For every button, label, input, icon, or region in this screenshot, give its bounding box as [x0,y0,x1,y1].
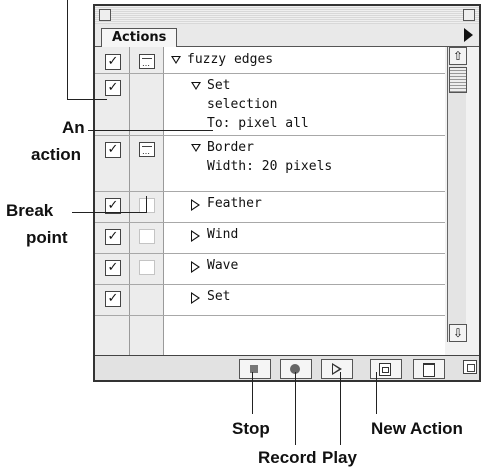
action-row-title: Wind [207,227,239,242]
callout-play-leader [340,372,341,445]
callout-top-leader-v [67,0,68,99]
action-row-detail: To: pixel all [207,116,309,131]
close-box-icon[interactable] [99,9,111,21]
actions-palette: Actions ✓ … fuzzy edges ✓ Set selection To: pi… [93,4,481,382]
action-row[interactable]: ✓ Set selection To: pixel all [95,73,445,136]
include-toggle-checkbox[interactable]: ✓ [105,291,121,307]
record-button[interactable] [280,359,312,379]
disclosure-expanded-icon[interactable] [171,56,181,64]
trash-icon [423,363,435,377]
resize-box-icon[interactable] [463,360,477,374]
dialog-toggle-icon[interactable] [139,229,155,244]
callout-new-action: New Action [371,419,463,438]
disclosure-expanded-icon[interactable] [191,82,201,90]
delete-button[interactable] [413,359,445,379]
callout-action-line2: action [31,145,82,164]
callout-record: Record [258,448,317,467]
action-row-title: fuzzy edges [187,52,274,67]
action-row-detail: Width: 20 pixels [207,159,333,174]
action-row-title: Border [207,140,254,155]
disclosure-collapsed-icon[interactable] [191,292,200,304]
callout-breakpoint-line1: Break [6,201,54,220]
tab-row: Actions [95,24,479,47]
callout-action-leader [88,130,213,131]
actions-list: ✓… fuzzy edges ✓ Set selection To: pixel all ✓… [95,47,445,360]
action-row[interactable]: ✓ … Border Width: 20 pixels [95,135,445,192]
action-row[interactable]: ✓ … fuzzy edges [95,47,445,74]
tab-actions[interactable]: Actions [101,28,178,47]
dialog-dots-icon: … [142,59,150,68]
action-row[interactable]: ✓ Feather [95,191,445,223]
callout-action-line1: An [62,118,85,137]
dialog-toggle-icon[interactable]: … [139,142,155,157]
dialog-toggle-icon[interactable] [139,198,155,213]
new-action-button[interactable] [370,359,402,379]
callout-stop-leader [252,372,253,414]
vertical-scrollbar[interactable]: ⇧ ⇩ [447,47,467,342]
action-row-title: Set [207,289,231,304]
play-button[interactable] [321,359,353,379]
callout-breakpoint-leader-v [146,196,147,213]
zoom-box-icon[interactable] [463,9,475,21]
callout-play: Play [322,448,357,467]
include-toggle-checkbox[interactable]: ✓ [105,54,121,70]
action-row[interactable]: ✓ Wind [95,222,445,254]
include-toggle-checkbox[interactable]: ✓ [105,142,121,158]
callout-breakpoint-line2: point [26,228,68,247]
disclosure-collapsed-icon[interactable] [191,199,200,211]
disclosure-collapsed-icon[interactable] [191,230,200,242]
action-row-detail: selection [207,97,278,112]
dialog-dots-icon: … [142,147,150,156]
action-row[interactable]: ✓ Wave [95,253,445,285]
palette-menu-arrow-icon[interactable] [464,28,473,42]
dialog-toggle-icon[interactable]: … [139,54,155,69]
callout-stop: Stop [232,419,270,438]
action-row[interactable]: ✓ Set [95,284,445,316]
action-row-title: Set [207,78,231,93]
callout-top-leader-h [67,99,107,100]
include-toggle-checkbox[interactable]: ✓ [105,229,121,245]
scroll-thumb[interactable] [449,67,467,93]
palette-toolbar [95,355,479,380]
dialog-toggle-icon[interactable] [139,260,155,275]
action-row-title: Feather [207,196,262,211]
palette-title-bar[interactable] [95,6,479,25]
include-toggle-checkbox[interactable]: ✓ [105,80,121,96]
new-action-icon [379,363,391,376]
disclosure-expanded-icon[interactable] [191,144,201,152]
include-toggle-checkbox[interactable]: ✓ [105,260,121,276]
callout-breakpoint-leader [72,212,146,213]
disclosure-collapsed-icon[interactable] [191,261,200,273]
scroll-down-arrow-icon[interactable]: ⇩ [449,324,467,342]
stop-button[interactable] [239,359,271,379]
action-row-title: Wave [207,258,239,273]
callout-new-action-leader [376,372,377,414]
scroll-up-arrow-icon[interactable]: ⇧ [449,47,467,65]
callout-record-leader [295,372,296,445]
